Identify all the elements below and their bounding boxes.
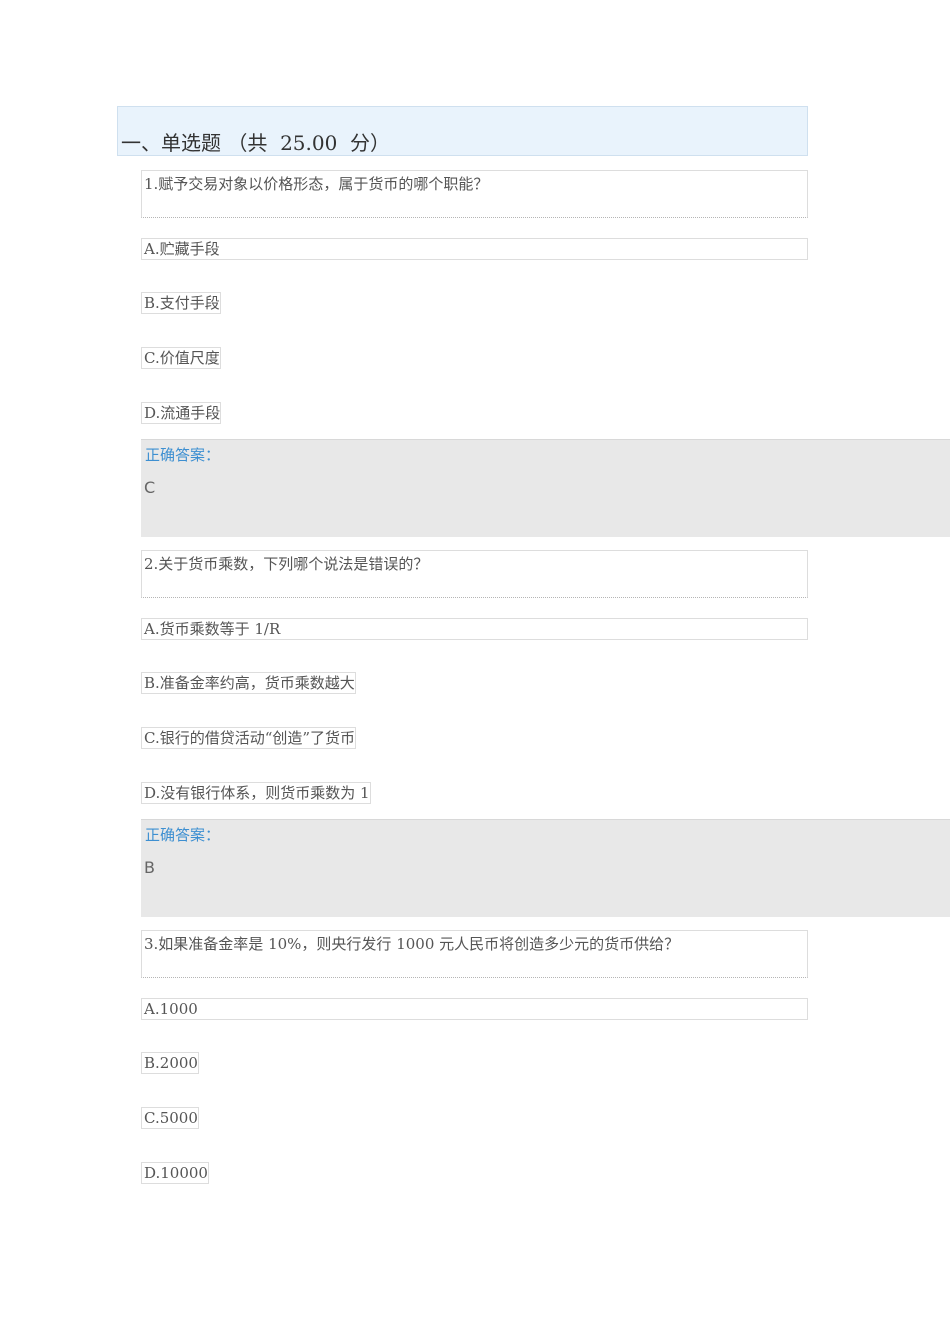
question-2-answer-panel: 正确答案： B — [141, 819, 950, 917]
answer-value: B — [144, 858, 155, 877]
answer-label: 正确答案： — [145, 826, 221, 844]
answer-value: C — [144, 478, 156, 497]
question-2-option-d[interactable]: D.没有银行体系，则货币乘数为 1 — [141, 782, 371, 804]
question-3-option-d[interactable]: D.10000 — [141, 1162, 209, 1184]
question-1-box: 1.赋予交易对象以价格形态，属于货币的哪个职能？ — [141, 170, 808, 218]
section-title: 一、单选题 （共 25.00 分） — [121, 131, 391, 155]
question-3-option-c[interactable]: C.5000 — [141, 1107, 199, 1129]
question-3-option-a[interactable]: A.1000 — [141, 998, 808, 1020]
question-3-box: 3.如果准备金率是 10%，则央行发行 1000 元人民币将创造多少元的货币供给… — [141, 930, 808, 978]
question-3-option-b[interactable]: B.2000 — [141, 1052, 199, 1074]
answer-label: 正确答案： — [145, 446, 221, 464]
question-1-answer-panel: 正确答案： C — [141, 439, 950, 537]
question-1-option-d[interactable]: D.流通手段 — [141, 402, 222, 424]
question-1-text: 1.赋予交易对象以价格形态，属于货币的哪个职能？ — [144, 175, 489, 193]
question-1-option-a[interactable]: A.贮藏手段 — [141, 238, 808, 260]
question-2-option-c[interactable]: C.银行的借贷活动“创造”了货币 — [141, 727, 357, 749]
question-2-text: 2.关于货币乘数，下列哪个说法是错误的？ — [144, 555, 429, 573]
question-1-option-b[interactable]: B.支付手段 — [141, 292, 221, 314]
question-2-box: 2.关于货币乘数，下列哪个说法是错误的？ — [141, 550, 808, 598]
section-header: 一、单选题 （共 25.00 分） — [117, 106, 808, 156]
question-3-text: 3.如果准备金率是 10%，则央行发行 1000 元人民币将创造多少元的货币供给… — [144, 935, 680, 953]
question-2-option-a[interactable]: A.货币乘数等于 1/R — [141, 618, 808, 640]
question-1-option-c[interactable]: C.价值尺度 — [141, 347, 221, 369]
question-2-option-b[interactable]: B.准备金率约高，货币乘数越大 — [141, 672, 356, 694]
